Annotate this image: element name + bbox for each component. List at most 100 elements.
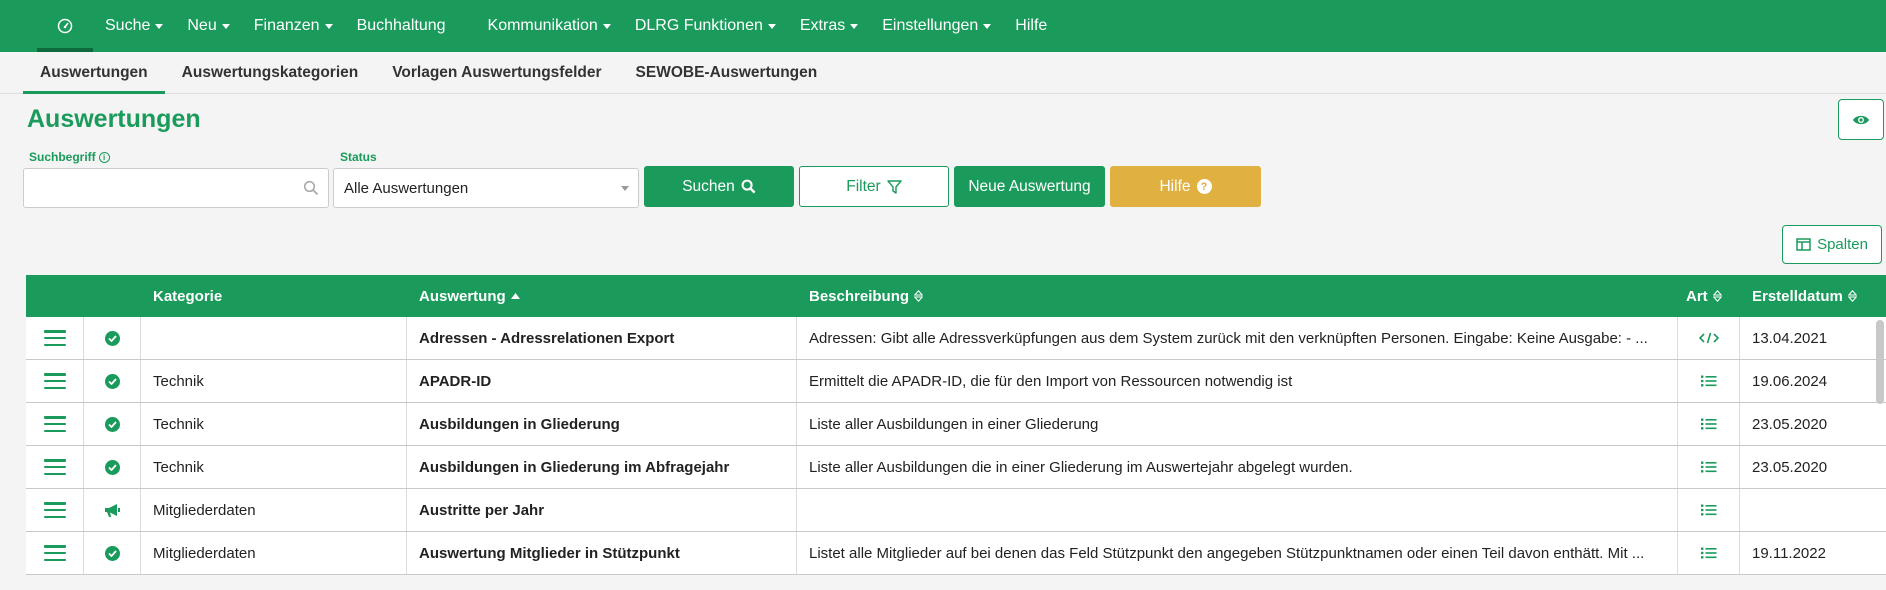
row-art (1678, 317, 1740, 359)
row-menu-button[interactable] (26, 317, 84, 359)
row-auswertung[interactable]: Ausbildungen in Gliederung (407, 403, 797, 445)
table-row[interactable]: Technik Ausbildungen in Gliederung Liste… (26, 403, 1886, 446)
row-erstelldatum (1740, 489, 1860, 531)
row-menu-button[interactable] (26, 403, 84, 445)
row-menu-button[interactable] (26, 360, 84, 402)
row-art (1678, 446, 1740, 488)
row-beschreibung (797, 489, 1678, 531)
nav-item-neu[interactable]: Neu (175, 0, 241, 52)
table-row[interactable]: Mitgliederdaten Austritte per Jahr (26, 489, 1886, 532)
filter-icon (887, 179, 902, 194)
page-title: Auswertungen (27, 105, 201, 133)
table-row[interactable]: Mitgliederdaten Auswertung Mitglieder in… (26, 532, 1886, 575)
search-field[interactable] (23, 168, 329, 208)
tab-auswertungen[interactable]: Auswertungen (23, 52, 165, 94)
table-scrollbar[interactable] (1876, 320, 1884, 404)
nav-item-buchhaltung[interactable]: Buchhaltung (345, 0, 458, 52)
tab-sewobe-auswertungen[interactable]: SEWOBE-Auswertungen (619, 52, 835, 93)
list-icon (1700, 461, 1716, 473)
help-button[interactable]: Hilfe ? (1110, 166, 1261, 207)
nav-item-suche[interactable]: Suche (93, 0, 175, 52)
list-icon (1700, 504, 1716, 516)
new-evaluation-button[interactable]: Neue Auswertung (954, 166, 1105, 207)
table-row[interactable]: Technik Ausbildungen in Gliederung im Ab… (26, 446, 1886, 489)
search-label: Suchbegriff i (29, 150, 110, 164)
header-beschreibung[interactable]: Beschreibung (797, 275, 1678, 317)
row-status (84, 360, 141, 402)
row-beschreibung: Ermittelt die APADR-ID, die für den Impo… (797, 360, 1678, 402)
row-auswertung[interactable]: Adressen - Adressrelationen Export (407, 317, 797, 359)
row-status (84, 446, 141, 488)
row-beschreibung: Listet alle Mitglieder auf bei denen das… (797, 532, 1678, 574)
sort-icon (1712, 290, 1722, 302)
tab-auswertungskategorien[interactable]: Auswertungskategorien (165, 52, 376, 93)
row-auswertung[interactable]: Ausbildungen in Gliederung im Abfragejah… (407, 446, 797, 488)
nav-item-hilfe[interactable]: Hilfe (1003, 0, 1059, 52)
row-kategorie: Technik (141, 360, 407, 402)
chevron-down-icon (850, 23, 859, 29)
menu-icon (43, 373, 66, 389)
table-row[interactable]: Technik APADR-ID Ermittelt die APADR-ID,… (26, 360, 1886, 403)
columns-button[interactable]: Spalten (1782, 225, 1882, 264)
question-icon: ? (1196, 179, 1212, 194)
status-select[interactable]: Alle Auswertungen (333, 168, 639, 208)
sort-icon (914, 290, 924, 302)
row-beschreibung: Adressen: Gibt alle Adressverküpfungen a… (797, 317, 1678, 359)
table-row[interactable]: Adressen - Adressrelationen Export Adres… (26, 317, 1886, 360)
filter-button[interactable]: Filter (799, 166, 949, 207)
chevron-down-icon (621, 186, 629, 191)
dashboard-icon[interactable] (37, 0, 93, 52)
list-icon (1700, 418, 1716, 430)
check-circle-icon (104, 373, 120, 389)
row-kategorie: Mitgliederdaten (141, 489, 407, 531)
row-erstelldatum: 23.05.2020 (1752, 415, 1828, 433)
chevron-down-icon (767, 23, 776, 29)
header-erstelldatum[interactable]: Erstelldatum (1740, 275, 1860, 317)
chevron-down-icon (602, 23, 611, 29)
row-art (1678, 360, 1740, 402)
header-kategorie[interactable]: Kategorie (141, 275, 407, 317)
nav-item-dlrg-funktionen[interactable]: DLRG Funktionen (623, 0, 788, 52)
row-kategorie: Technik (141, 403, 407, 445)
search-icon (741, 179, 756, 194)
nav-item-einstellungen[interactable]: Einstellungen (870, 0, 1003, 52)
row-auswertung[interactable]: APADR-ID (407, 360, 797, 402)
nav-item-finanzen[interactable]: Finanzen (242, 0, 345, 52)
search-button[interactable]: Suchen (644, 166, 794, 207)
row-status (84, 403, 141, 445)
row-menu-button[interactable] (26, 532, 84, 574)
menu-icon (43, 459, 66, 475)
row-menu-button[interactable] (26, 446, 84, 488)
view-toggle-button[interactable] (1838, 99, 1884, 140)
header-auswertung[interactable]: Auswertung (407, 275, 797, 317)
row-beschreibung: Liste aller Ausbildungen die in einer Gl… (797, 446, 1678, 488)
sub-tabs: Auswertungen Auswertungskategorien Vorla… (0, 52, 1886, 94)
row-erstelldatum: 23.05.2020 (1752, 458, 1828, 476)
evaluations-table: Kategorie Auswertung Beschreibung Art Er… (26, 275, 1886, 575)
row-status (84, 489, 141, 531)
sort-icon (1847, 290, 1857, 302)
row-menu-button[interactable] (26, 489, 84, 531)
tab-vorlagen-auswertungsfelder[interactable]: Vorlagen Auswertungsfelder (375, 52, 618, 93)
chevron-down-icon (324, 23, 333, 29)
info-icon[interactable]: i (98, 151, 110, 163)
table-header: Kategorie Auswertung Beschreibung Art Er… (26, 275, 1886, 317)
nav-item-kommunikation[interactable]: Kommunikation (476, 0, 623, 52)
row-auswertung[interactable]: Auswertung Mitglieder in Stützpunkt (407, 532, 797, 574)
header-art[interactable]: Art (1678, 275, 1740, 317)
search-input[interactable] (24, 169, 294, 207)
row-status (84, 532, 141, 574)
nav-item-extras[interactable]: Extras (788, 0, 870, 52)
row-beschreibung: Liste aller Ausbildungen in einer Gliede… (797, 403, 1678, 445)
top-navigation: Suche Neu Finanzen Buchhaltung Kommunika… (0, 0, 1886, 52)
menu-icon (43, 330, 66, 346)
row-art (1678, 489, 1740, 531)
header-actions (26, 275, 84, 317)
chevron-down-icon (155, 23, 164, 29)
search-icon (303, 180, 319, 196)
header-status (84, 275, 141, 317)
row-kategorie (141, 317, 407, 359)
status-label: Status (340, 150, 377, 164)
row-art (1678, 532, 1740, 574)
row-auswertung[interactable]: Austritte per Jahr (407, 489, 797, 531)
